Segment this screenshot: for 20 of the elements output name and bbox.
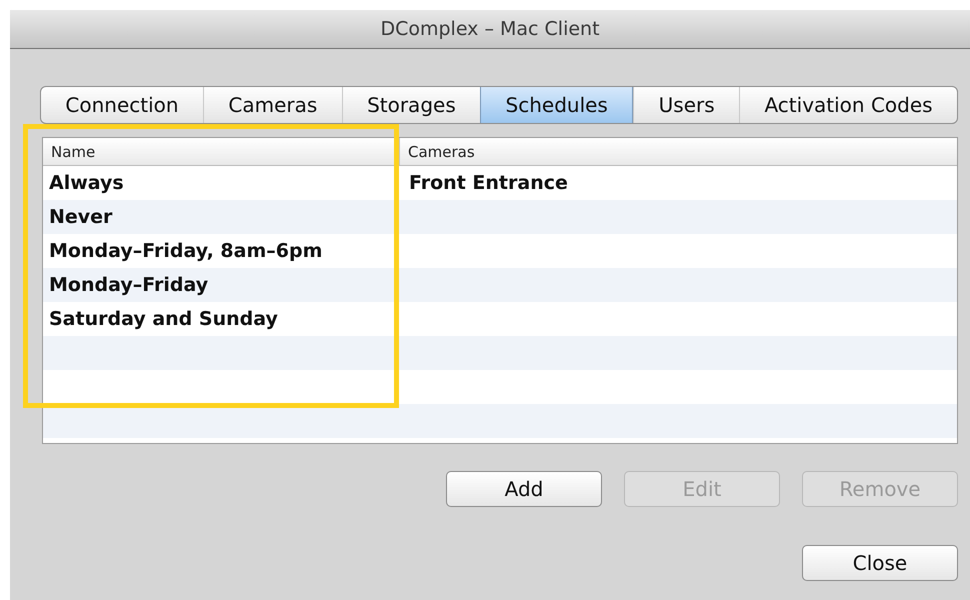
tab[interactable]: Cameras [202,87,342,123]
table-cell: Front Entrance [409,172,568,194]
table-row[interactable]: Never [43,200,957,234]
table-row[interactable] [43,404,957,438]
column-header[interactable]: Cameras [399,138,957,165]
table-cell: Monday–Friday, 8am–6pm [49,240,322,262]
push-button[interactable]: Close [802,545,958,581]
tab[interactable]: Schedules [480,87,634,123]
tab[interactable]: Connection [41,87,203,123]
window-title: DComplex – Mac Client [380,18,600,40]
table-cell: Always [49,172,124,194]
table-cell: Saturday and Sunday [49,308,278,330]
table-row[interactable]: Monday–Friday [43,268,957,302]
table-row[interactable] [43,336,957,370]
tab[interactable]: Users [633,87,740,123]
push-button[interactable]: Add [446,471,602,507]
table-cell: Monday–Friday [49,274,208,296]
column-header[interactable]: Name [43,138,399,165]
tab[interactable]: Activation Codes [739,87,957,123]
table-cell: Never [49,206,112,228]
